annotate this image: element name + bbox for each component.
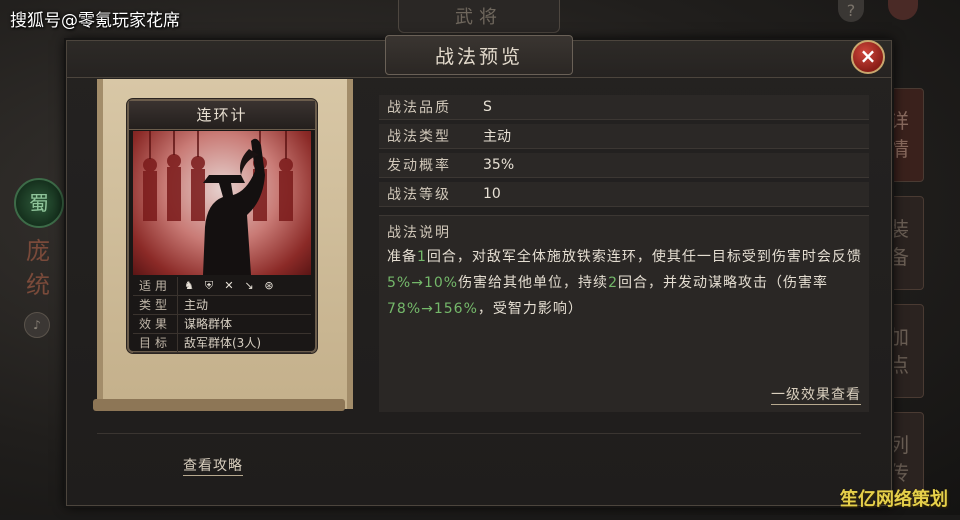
description-highlight: 5%→10%	[387, 275, 459, 291]
view-guide-link[interactable]: 查看攻略	[183, 458, 243, 476]
general-name: 庞统	[26, 237, 50, 299]
attr-value: S	[483, 99, 492, 115]
voice-icon[interactable]: ♪	[24, 312, 50, 338]
card-row-key: 效果	[133, 315, 178, 333]
tactic-card-info: 适用 ♞ ⛨ ✕ ↘ ⊛ 类型 主动 效果 谋略群体 目标 敌军群体(3人)	[133, 277, 311, 353]
effect-detail-link[interactable]: 一级效果查看	[771, 387, 861, 405]
dialog-divider	[97, 433, 861, 434]
attr-key: 战法等级	[387, 187, 451, 203]
dialog-title: 战法预览	[385, 35, 573, 75]
description-highlight: 1	[417, 249, 427, 265]
strategist-silhouette	[143, 131, 293, 275]
attr-row-level: 战法等级 10	[379, 182, 869, 207]
description-highlight: 78%→156%	[387, 301, 478, 317]
attr-value: 主动	[483, 129, 511, 145]
attr-row-type: 战法类型 主动	[379, 124, 869, 149]
attr-key: 战法类型	[387, 129, 451, 145]
card-row-value: 主动	[184, 298, 209, 312]
watermark-top: 搜狐号@零氪玩家花席	[10, 11, 180, 31]
tactic-description-box: 战法说明 准备1回合，对敌军全体施放铁索连环，使其任一目标受到伤害时会反馈 5%→…	[379, 215, 869, 412]
description-segment: 准备	[387, 249, 417, 265]
tab-details[interactable]: 详情	[888, 88, 924, 182]
attr-row-quality: 战法品质 S	[379, 95, 869, 120]
shield-icon: ⛨	[204, 279, 214, 292]
tactic-card: 连环计 适用 ♞ ⛨ ✕ ↘ ⊛ 类型 主动 效果 谋略群体 目标 敌军群体(3…	[127, 99, 317, 353]
description-text: 准备1回合，对敌军全体施放铁索连环，使其任一目标受到伤害时会反馈 5%→10%伤害…	[387, 244, 867, 322]
card-row-target: 目标 敌军群体(3人)	[133, 334, 311, 353]
attr-value: 35%	[483, 157, 515, 173]
cavalry-icon: ♞	[184, 279, 194, 292]
spear-icon: ↘	[244, 279, 254, 292]
card-row-value: 谋略群体	[184, 317, 233, 331]
tactic-card-title: 连环计	[129, 101, 315, 130]
tactic-card-artwork	[133, 131, 311, 275]
tab-equipment[interactable]: 装备	[888, 196, 924, 290]
close-icon[interactable]: ×	[851, 40, 885, 74]
watermark-bottom: 笙亿网络策划	[840, 489, 948, 510]
siege-icon: ⊛	[264, 279, 274, 292]
description-segment: ，受智力影响）	[477, 301, 583, 317]
attr-key: 发动概率	[387, 158, 451, 174]
side-tab-bar: 详情 装备 加点 列传	[888, 88, 926, 520]
card-row-value: 敌军群体(3人)	[184, 336, 261, 350]
attr-key: 战法品质	[387, 100, 451, 116]
card-row-key: 目标	[133, 334, 178, 352]
description-title: 战法说明	[387, 225, 451, 241]
description-highlight: 2	[608, 275, 618, 291]
tab-points[interactable]: 加点	[888, 304, 924, 398]
card-row-type: 类型 主动	[133, 296, 311, 315]
general-tab-title: 武将	[398, 0, 560, 33]
description-segment: 回合，对敌军全体施放铁索连环，使其任一目标受到伤害时会反馈	[426, 249, 862, 265]
description-segment: 回合，并发动谋略攻击（伤害率	[617, 275, 828, 291]
card-row-effect: 效果 谋略群体	[133, 315, 311, 334]
tactic-preview-dialog: 战法预览 × 连环计 适用 ♞ ⛨ ✕ ↘ ⊛ 类型 主动 效果 谋略群体 目标…	[66, 35, 892, 506]
unit-type-icons: ♞ ⛨ ✕ ↘ ⊛	[178, 277, 276, 295]
attr-value: 10	[483, 186, 501, 202]
card-row-key: 适用	[133, 277, 178, 295]
scroll-roller	[93, 399, 345, 411]
bow-icon: ✕	[224, 279, 234, 292]
card-row-applicable: 适用 ♞ ⛨ ✕ ↘ ⊛	[133, 277, 311, 296]
attr-row-probability: 发动概率 35%	[379, 153, 869, 178]
description-segment: 伤害给其他单位，持续	[458, 275, 609, 291]
card-row-key: 类型	[133, 296, 178, 314]
faction-emblem-icon: 蜀	[14, 178, 64, 228]
